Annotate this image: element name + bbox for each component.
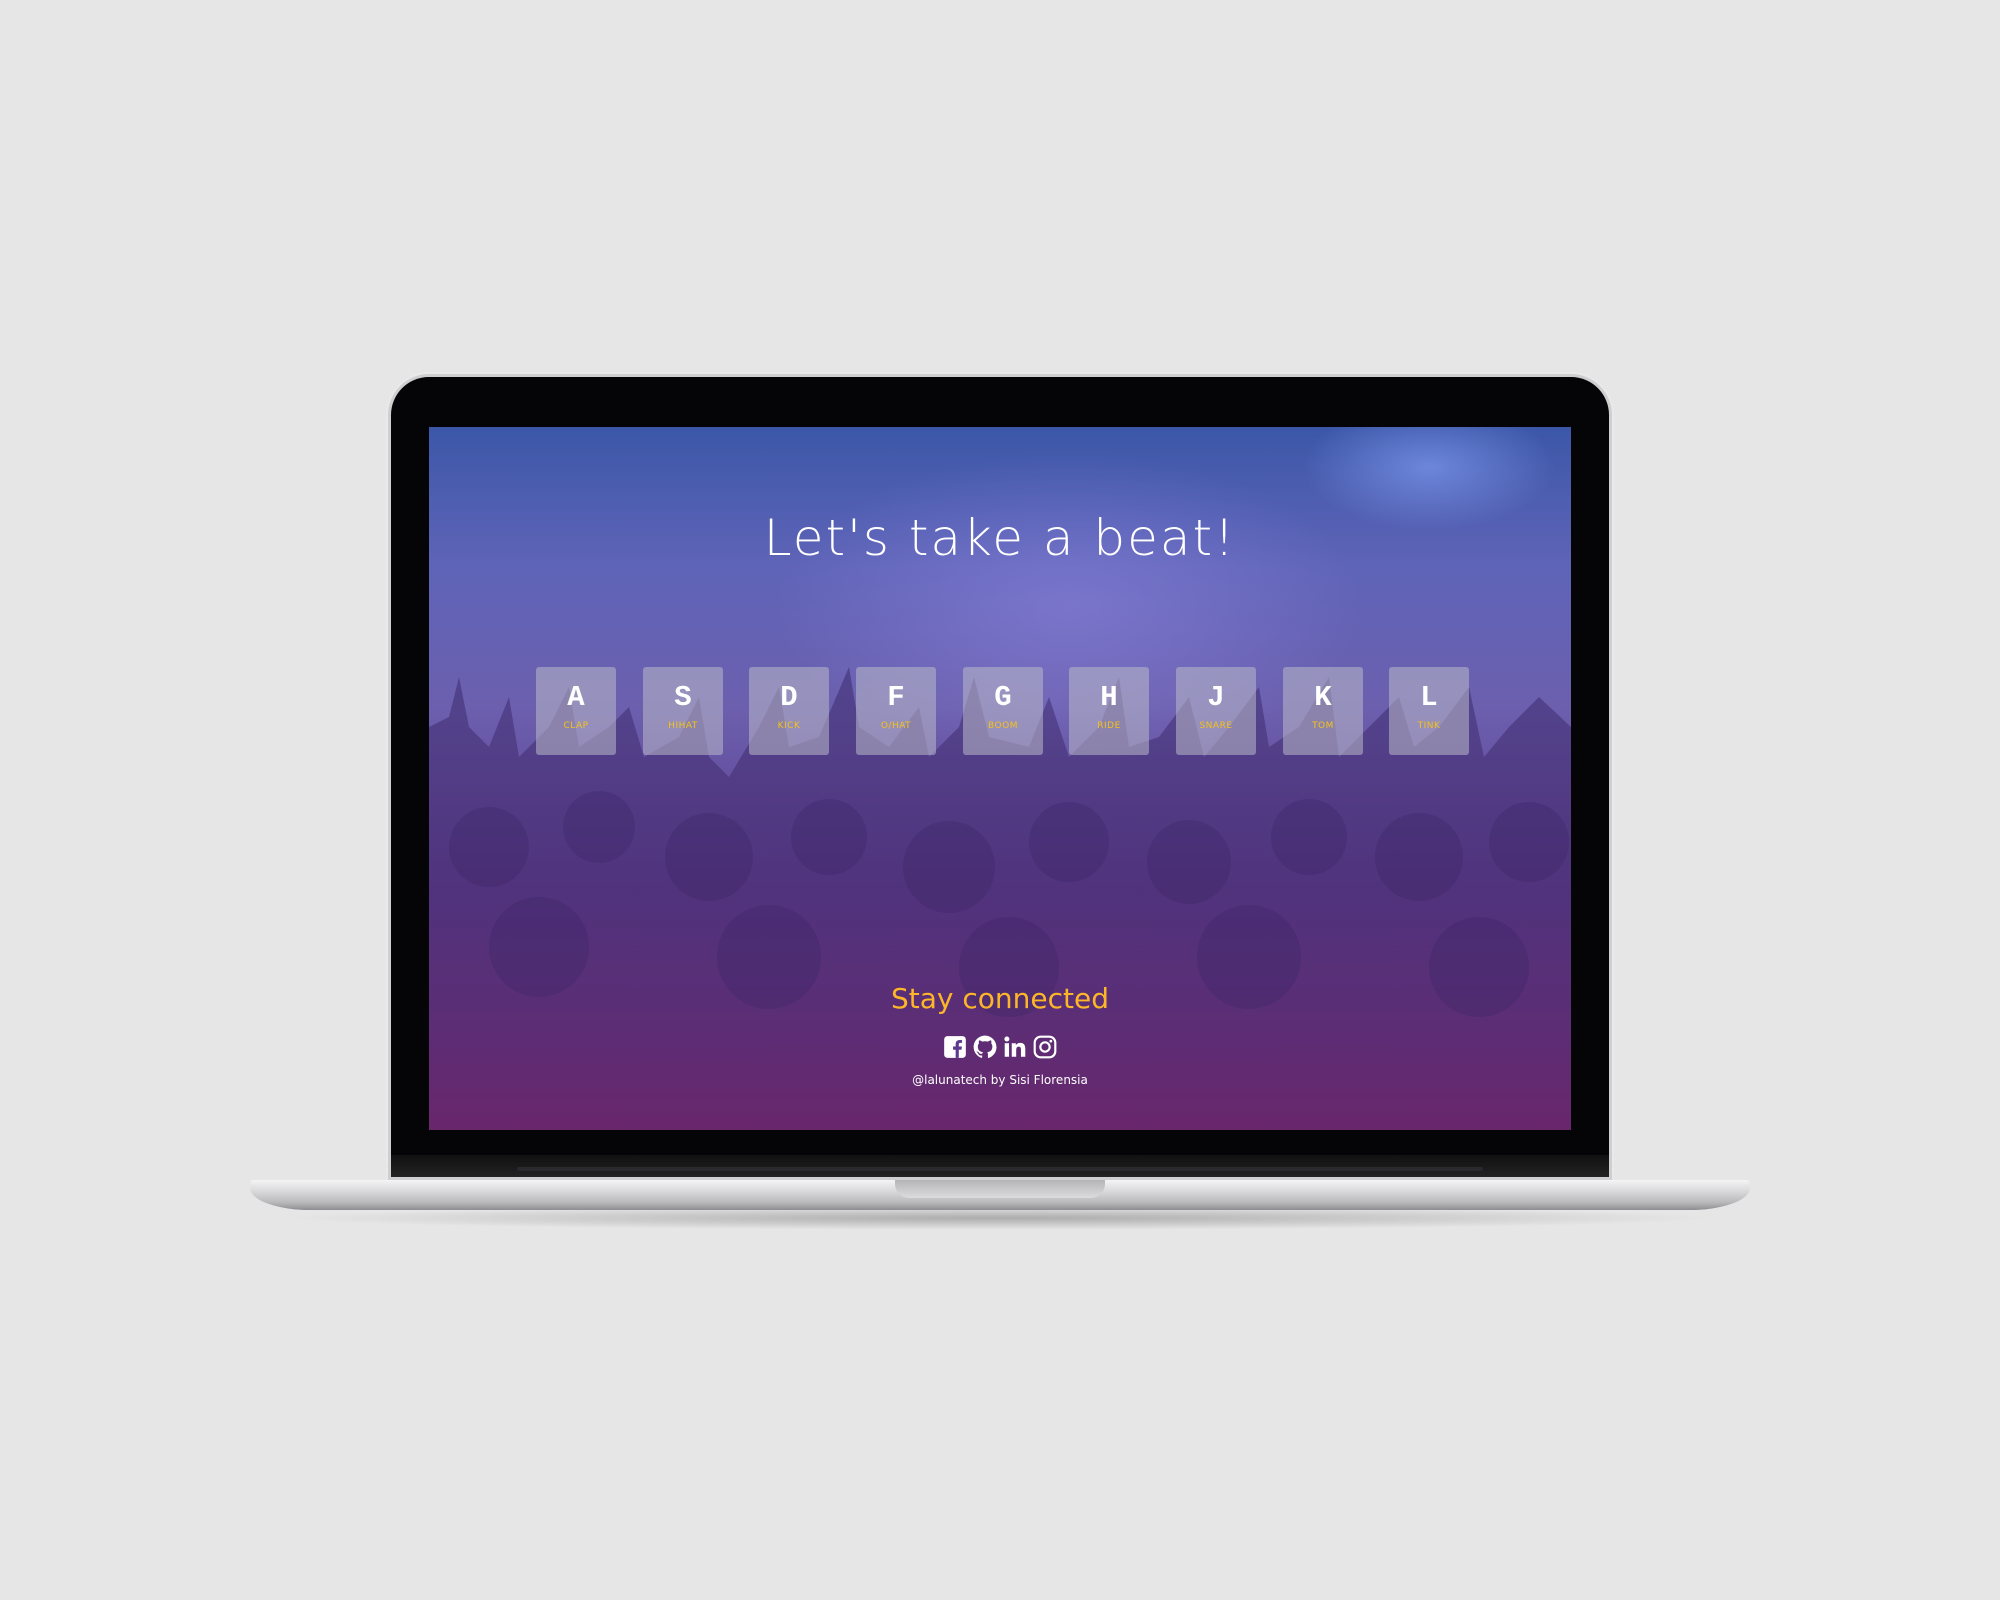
key-letter: F (887, 681, 905, 714)
stay-connected-heading: Stay connected (891, 982, 1109, 1015)
key-sound-label: O/HAT (880, 721, 912, 731)
key-letter: H (1100, 681, 1118, 714)
drum-key-tink[interactable]: L TINK (1389, 667, 1469, 755)
facebook-icon[interactable] (942, 1034, 968, 1060)
key-letter: D (780, 681, 798, 714)
social-links (429, 1034, 1571, 1060)
key-sound-label: RIDE (1097, 721, 1121, 731)
page-title: Let's take a beat! (763, 509, 1237, 567)
key-sound-label: SNARE (1199, 721, 1233, 731)
drum-keys: A CLAP S HIHAT D KICK F O/HAT G BOOM H R… (536, 667, 1472, 755)
drum-key-tom[interactable]: K TOM (1283, 667, 1363, 755)
drum-key-clap[interactable]: A CLAP (536, 667, 616, 755)
mockup-stage: Let's take a beat! A CLAP S HIHAT D KICK… (0, 0, 2000, 1600)
instagram-icon[interactable] (1032, 1034, 1058, 1060)
key-letter: G (994, 681, 1012, 714)
key-sound-label: CLAP (563, 721, 589, 731)
laptop-bezel-edge (517, 1167, 1483, 1171)
github-icon[interactable] (972, 1034, 998, 1060)
key-letter: J (1207, 681, 1225, 714)
laptop-screen: Let's take a beat! A CLAP S HIHAT D KICK… (429, 427, 1571, 1130)
credit-text: @lalunatech by Sisi Florensia (912, 1073, 1088, 1087)
key-sound-label: BOOM (988, 721, 1018, 731)
key-letter: A (567, 681, 585, 714)
drum-key-ride[interactable]: H RIDE (1069, 667, 1149, 755)
laptop-notch (895, 1180, 1105, 1198)
key-letter: K (1314, 681, 1332, 714)
key-sound-label: KICK (777, 721, 801, 731)
linkedin-icon[interactable] (1002, 1034, 1028, 1060)
key-letter: S (674, 681, 692, 714)
drum-key-snare[interactable]: J SNARE (1176, 667, 1256, 755)
key-sound-label: HIHAT (668, 721, 698, 731)
key-sound-label: TINK (1417, 721, 1441, 731)
drum-key-boom[interactable]: G BOOM (963, 667, 1043, 755)
key-sound-label: TOM (1312, 721, 1334, 731)
drum-key-hihat[interactable]: S HIHAT (643, 667, 723, 755)
drum-key-kick[interactable]: D KICK (749, 667, 829, 755)
key-letter: L (1420, 681, 1438, 714)
drum-key-openhat[interactable]: F O/HAT (856, 667, 936, 755)
